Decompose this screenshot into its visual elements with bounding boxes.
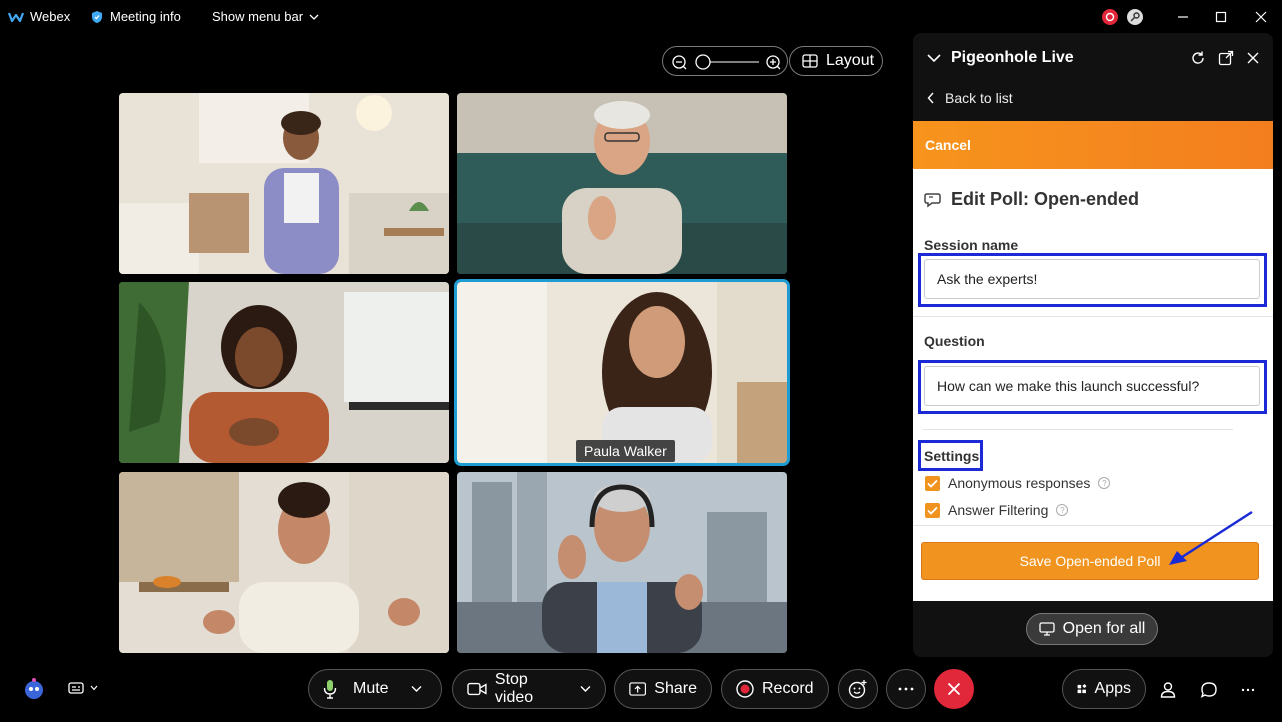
record-label: Record: [762, 680, 814, 697]
more-options-button[interactable]: [886, 669, 926, 709]
show-menu-bar-label: Show menu bar: [212, 9, 304, 24]
back-to-list-label: Back to list: [945, 90, 1013, 106]
chevron-down-icon[interactable]: [580, 685, 591, 693]
panel-header: Pigeonhole Live: [913, 33, 1273, 83]
more-panels-icon[interactable]: [1238, 680, 1258, 700]
captions-button[interactable]: [68, 681, 98, 695]
open-for-all-label: Open for all: [1062, 620, 1146, 637]
video-tile-1[interactable]: [119, 93, 449, 274]
chat-icon[interactable]: [1199, 680, 1219, 700]
checkbox-checked-icon[interactable]: [925, 502, 940, 518]
divider: [913, 316, 1273, 317]
chevron-down-icon[interactable]: [411, 685, 422, 693]
arrow-pointer-icon: [1169, 510, 1253, 565]
video-camera-icon: [467, 682, 487, 696]
chevron-down-icon: [309, 14, 319, 20]
leave-meeting-button[interactable]: [934, 669, 974, 709]
video-tile-6[interactable]: [457, 472, 787, 653]
smiley-add-icon: [848, 680, 867, 699]
pop-out-icon[interactable]: [1218, 50, 1234, 71]
zoom-control[interactable]: [662, 46, 788, 76]
session-name-label: Session name: [924, 237, 1019, 253]
chevron-down-icon: [90, 685, 98, 691]
share-label: Share: [654, 680, 697, 697]
apps-button[interactable]: Apps: [1062, 669, 1146, 709]
close-icon: [947, 682, 961, 696]
edit-poll-heading: Edit Poll: Open-ended: [923, 189, 1139, 210]
show-menu-bar-button[interactable]: Show menu bar: [212, 9, 319, 24]
record-icon: [736, 680, 754, 698]
help-icon[interactable]: ?: [1056, 504, 1069, 516]
highlight-question: [918, 360, 1267, 414]
record-button[interactable]: Record: [721, 669, 829, 709]
more-horizontal-icon: [898, 687, 914, 691]
webex-logo-icon: [8, 12, 24, 22]
share-screen-icon: [1038, 622, 1055, 636]
edit-poll-title: Edit Poll: Open-ended: [951, 189, 1139, 209]
close-window-icon[interactable]: [1252, 8, 1270, 26]
meeting-info-button[interactable]: Meeting info: [90, 9, 181, 24]
meeting-info-label: Meeting info: [110, 9, 181, 24]
apps-grid-icon: [1077, 684, 1087, 694]
open-for-all-button[interactable]: Open for all: [1026, 613, 1158, 645]
speech-bubbles-icon: [924, 192, 941, 207]
video-tile-5[interactable]: [119, 472, 449, 653]
layout-button[interactable]: Layout: [789, 46, 883, 76]
minimize-icon[interactable]: [1174, 8, 1192, 26]
captions-icon: [68, 682, 84, 694]
close-panel-icon[interactable]: [1246, 51, 1260, 70]
setting-label: Answer Filtering: [948, 502, 1049, 518]
zoom-slider-handle: [695, 54, 711, 70]
stop-video-label: Stop video: [494, 671, 534, 706]
security-key-icon[interactable]: [1127, 9, 1143, 25]
highlight-settings: [918, 440, 983, 471]
pigeonhole-app-body: Cancel Edit Poll: Open-ended Session nam…: [913, 121, 1273, 601]
chevron-left-icon: [927, 92, 934, 104]
apps-panel: Pigeonhole Live Back to list Cancel Edit…: [913, 33, 1273, 657]
mute-label: Mute: [353, 680, 389, 697]
setting-answer-filtering[interactable]: Answer Filtering ?: [925, 502, 1069, 518]
app-name: Webex: [30, 9, 71, 24]
checkbox-checked-icon[interactable]: [925, 475, 940, 491]
apps-label: Apps: [1094, 680, 1131, 697]
panel-title: Pigeonhole Live: [951, 49, 1074, 66]
chevron-down-icon[interactable]: [927, 53, 941, 63]
question-label: Question: [924, 333, 985, 349]
maximize-icon[interactable]: [1212, 8, 1230, 26]
zoom-out-icon: [672, 55, 687, 70]
grid-icon: [802, 54, 818, 68]
back-to-list-link[interactable]: Back to list: [913, 83, 1273, 113]
share-button[interactable]: Share: [614, 669, 712, 709]
video-tile-2[interactable]: [457, 93, 787, 274]
title-bar: Webex Meeting info Show menu bar: [0, 0, 1282, 34]
webex-menu[interactable]: Webex: [8, 9, 70, 24]
mute-button[interactable]: Mute: [308, 669, 442, 709]
microphone-icon: [323, 680, 337, 699]
share-icon: [629, 682, 647, 696]
divider: [923, 429, 1233, 430]
participant-name-tag: Paula Walker: [576, 440, 675, 462]
video-tile-3[interactable]: [119, 282, 449, 463]
stop-video-button[interactable]: Stop video: [452, 669, 606, 709]
help-icon[interactable]: ?: [1098, 477, 1111, 489]
highlight-session-name: [918, 253, 1267, 307]
video-tile-4-active-speaker[interactable]: Paula Walker: [454, 279, 790, 466]
setting-label: Anonymous responses: [948, 475, 1091, 491]
refresh-icon[interactable]: [1190, 50, 1206, 71]
cancel-button[interactable]: Cancel: [913, 121, 1273, 169]
participants-icon[interactable]: [1158, 680, 1178, 700]
layout-label: Layout: [826, 52, 875, 69]
reactions-button[interactable]: [838, 669, 878, 709]
shield-icon: [92, 10, 102, 23]
recording-indicator-icon: [1102, 9, 1118, 25]
zoom-in-icon: [766, 55, 781, 70]
ai-assistant-icon[interactable]: [22, 677, 46, 706]
setting-anonymous-responses[interactable]: Anonymous responses ?: [925, 475, 1111, 491]
